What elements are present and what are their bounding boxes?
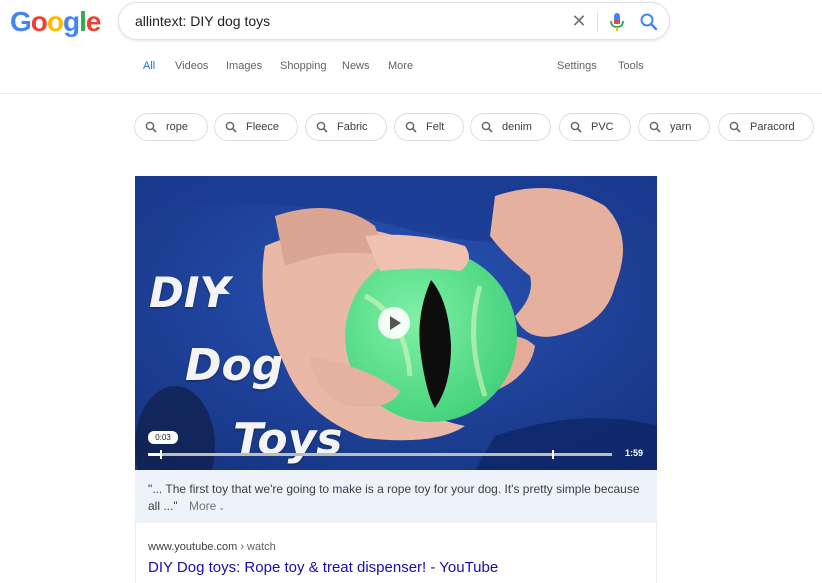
search-tabs: All Videos Images Shopping News More Set… — [0, 58, 822, 78]
play-icon[interactable] — [378, 307, 410, 339]
search-box: ✕ — [118, 2, 670, 40]
more-button[interactable]: More ⌄ — [189, 499, 225, 513]
search-icon — [729, 121, 741, 133]
chip-felt[interactable]: Felt — [394, 113, 464, 141]
video-progress-fill — [148, 453, 160, 456]
tab-shopping[interactable]: Shopping — [280, 60, 327, 72]
search-icon[interactable] — [639, 11, 659, 33]
chip-pvc[interactable]: PVC — [559, 113, 631, 141]
search-icon — [145, 121, 157, 133]
logo-letter: o — [30, 6, 48, 37]
search-icon — [481, 121, 493, 133]
clear-icon[interactable]: ✕ — [569, 11, 589, 31]
search-input[interactable] — [135, 11, 555, 31]
logo-letter: g — [63, 6, 80, 37]
result-domain: www.youtube.com — [148, 541, 238, 553]
google-logo[interactable]: Google — [10, 6, 102, 38]
chip-label: yarn — [670, 121, 692, 133]
chip-label: rope — [166, 121, 189, 133]
result-breadcrumb: › watch — [237, 541, 276, 553]
chip-denim[interactable]: denim — [470, 113, 551, 141]
header-divider — [0, 93, 822, 94]
tab-settings[interactable]: Settings — [557, 60, 597, 72]
transcript-snippet: "... The first toy that we're going to m… — [135, 470, 657, 523]
search-icon — [570, 121, 582, 133]
chip-paracord[interactable]: Paracord — [718, 113, 814, 141]
video-thumbnail[interactable]: DIY Dog Toys 0:03 1:59 — [135, 176, 657, 470]
chevron-down-icon: ⌄ — [218, 503, 225, 512]
search-divider — [597, 11, 598, 33]
tab-tools[interactable]: Tools — [618, 60, 644, 72]
progress-handle[interactable] — [159, 450, 162, 459]
chip-label: Fabric — [337, 121, 368, 133]
chip-fleece[interactable]: Fleece — [214, 113, 298, 141]
result-url[interactable]: www.youtube.com › watch — [148, 541, 276, 553]
video-progress-bar[interactable] — [148, 450, 612, 459]
chip-label: denim — [502, 121, 532, 133]
chip-label: PVC — [591, 121, 614, 133]
video-title-line-2: Dog — [185, 340, 284, 391]
logo-letter: l — [79, 6, 87, 37]
video-title-line-3: Toys — [233, 414, 343, 465]
progress-marker — [552, 450, 554, 459]
chip-label: Fleece — [246, 121, 280, 133]
logo-letter: e — [85, 6, 102, 37]
logo-letter: G — [10, 6, 32, 37]
tab-news[interactable]: News — [342, 60, 370, 72]
microphone-icon[interactable] — [607, 11, 627, 33]
chip-rope[interactable]: rope — [134, 113, 208, 141]
tab-videos[interactable]: Videos — [175, 60, 208, 72]
tab-all[interactable]: All — [143, 60, 155, 72]
transcript-pointer — [214, 286, 230, 294]
more-label: More — [188, 499, 217, 513]
chip-label: Paracord — [750, 121, 795, 133]
search-icon — [649, 121, 661, 133]
tab-images[interactable]: Images — [226, 60, 262, 72]
chip-yarn[interactable]: yarn — [638, 113, 710, 141]
current-time: 0:03 — [148, 431, 178, 444]
tab-more[interactable]: More — [388, 60, 413, 72]
search-icon — [316, 121, 328, 133]
chip-label: Felt — [426, 121, 445, 133]
search-icon — [405, 121, 417, 133]
logo-letter: o — [46, 6, 64, 37]
search-icon — [225, 121, 237, 133]
chip-fabric[interactable]: Fabric — [305, 113, 387, 141]
result-title-link[interactable]: DIY Dog toys: Rope toy & treat dispenser… — [148, 559, 498, 576]
video-duration: 1:59 — [625, 448, 644, 458]
